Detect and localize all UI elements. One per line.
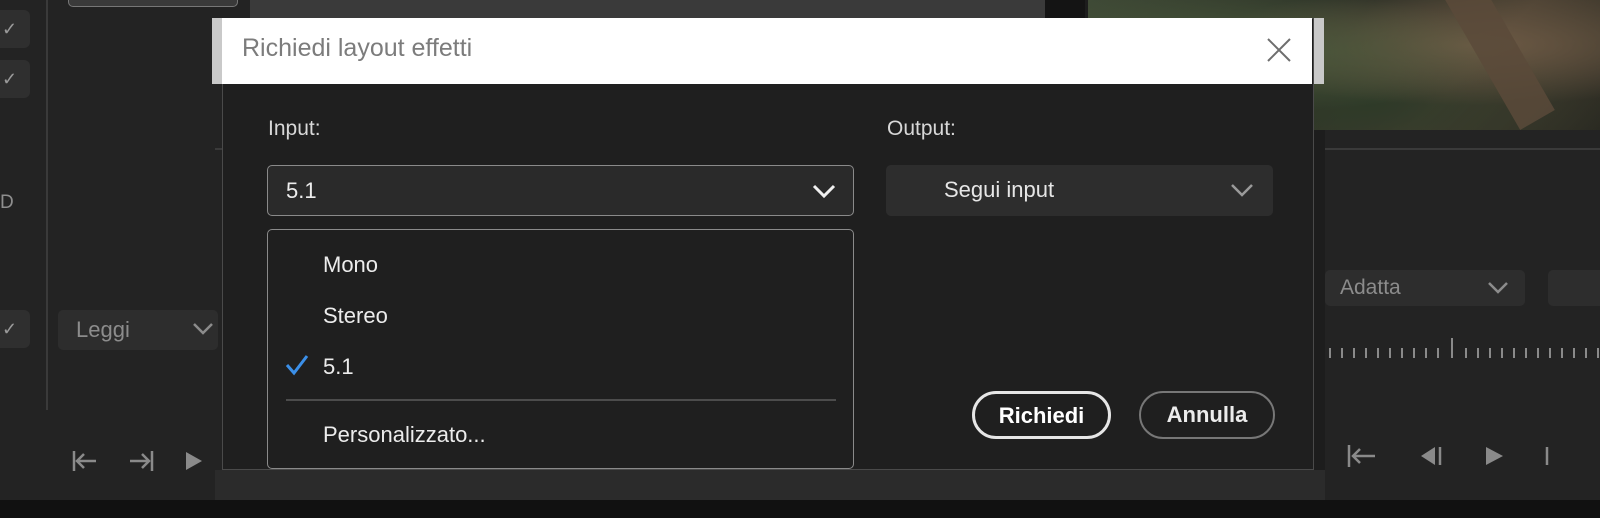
top-strip-dark xyxy=(1045,0,1085,18)
output-layout-dropdown[interactable]: Segui input xyxy=(886,165,1273,216)
chevron-down-icon xyxy=(193,323,213,335)
step-forward-icon[interactable] xyxy=(1543,442,1555,470)
input-layout-dropdown[interactable]: 5.1 xyxy=(267,165,854,216)
top-strip xyxy=(250,0,1045,18)
resolution-dropdown[interactable] xyxy=(1548,270,1600,306)
read-mode-label: Leggi xyxy=(76,317,130,342)
input-layout-menu: Mono Stereo 5.1 Personalizzato... xyxy=(267,229,854,469)
apply-button[interactable]: Richiedi xyxy=(972,391,1111,439)
output-layout-value: Segui input xyxy=(944,177,1055,202)
bottom-edge xyxy=(0,500,1600,518)
chevron-down-icon xyxy=(1231,184,1253,197)
chevron-down-icon xyxy=(812,184,836,199)
input-layout-value: 5.1 xyxy=(286,178,317,203)
track-toggle[interactable]: ✓ xyxy=(0,60,30,98)
menu-item-5-1[interactable]: 5.1 xyxy=(323,354,354,380)
output-label: Output: xyxy=(887,117,956,140)
checkmark-icon xyxy=(285,355,309,376)
partial-label: D xyxy=(0,192,14,213)
left-field[interactable] xyxy=(68,0,238,7)
close-icon[interactable] xyxy=(1263,34,1295,66)
step-back-icon[interactable] xyxy=(1415,442,1445,470)
input-label: Input: xyxy=(268,117,321,140)
dialog-title: Richiedi layout effetti xyxy=(242,34,473,62)
go-to-in-icon[interactable] xyxy=(70,448,100,474)
left-transport-controls xyxy=(70,448,204,480)
go-to-in-icon[interactable] xyxy=(1345,442,1379,470)
menu-item-stereo[interactable]: Stereo xyxy=(323,303,388,329)
chevron-down-icon xyxy=(1488,282,1508,294)
menu-item-custom[interactable]: Personalizzato... xyxy=(323,422,486,448)
time-ruler[interactable] xyxy=(1328,336,1600,362)
track-toggle[interactable]: ✓ xyxy=(0,310,30,348)
right-transport-controls xyxy=(1345,442,1555,476)
play-icon[interactable] xyxy=(182,448,204,474)
panel-divider xyxy=(1325,148,1600,150)
zoom-fit-label: Adatta xyxy=(1340,276,1401,299)
go-to-out-icon[interactable] xyxy=(126,448,156,474)
menu-item-mono[interactable]: Mono xyxy=(323,252,378,278)
cancel-button[interactable]: Annulla xyxy=(1139,391,1275,439)
panel-divider xyxy=(46,0,48,410)
play-icon[interactable] xyxy=(1481,442,1507,470)
menu-divider xyxy=(286,399,836,401)
track-toggle[interactable]: ✓ xyxy=(0,10,30,48)
